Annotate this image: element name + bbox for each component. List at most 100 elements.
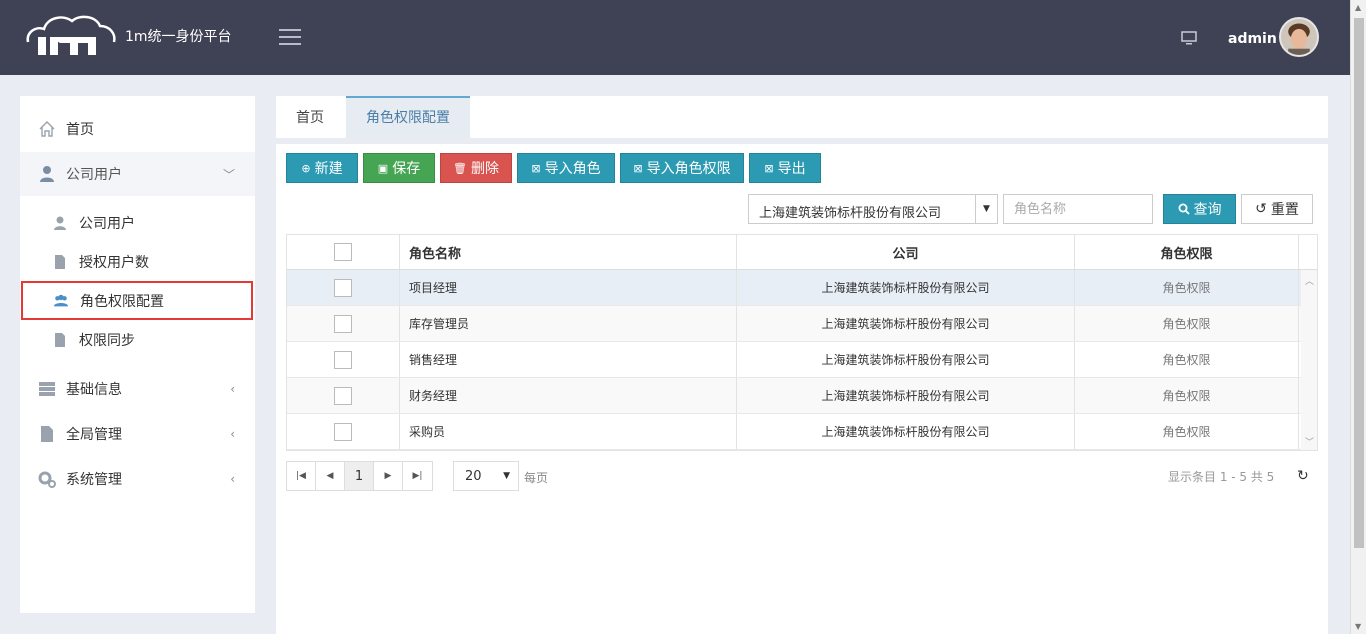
page-size-select[interactable]: 20 ▼ — [453, 461, 519, 491]
last-page-button[interactable]: ▶| — [403, 462, 432, 490]
role-permission-link[interactable]: 角色权限 — [1075, 342, 1299, 377]
sidebar-subitem-permission-sync[interactable]: 权限同步 — [20, 320, 255, 359]
sidebar-item-global-management[interactable]: 全局管理 ‹ — [20, 412, 255, 456]
delete-button[interactable]: 🗑 删除 — [440, 153, 512, 183]
save-button[interactable]: ▣ 保存 — [363, 153, 435, 183]
select-all-checkbox[interactable] — [334, 243, 352, 261]
header-company[interactable]: 公司 — [737, 235, 1075, 269]
company-cell: 上海建筑装饰标杆股份有限公司 — [737, 342, 1075, 377]
query-button-label: 查询 — [1193, 202, 1222, 218]
save-icon: ▣ — [377, 161, 389, 175]
sidebar-subitem-licensed-users[interactable]: 授权用户数 — [20, 242, 255, 281]
prev-page-button[interactable]: ◀ — [316, 462, 345, 490]
chevron-left-icon: ‹ — [230, 472, 235, 486]
export-button-label: 导出 — [777, 161, 806, 177]
table-row[interactable]: 库存管理员 上海建筑装饰标杆股份有限公司 角色权限 — [287, 306, 1301, 342]
pager-summary: 显示条目 1 - 5 共 5 — [1168, 470, 1275, 484]
caret-down-icon: ▼ — [975, 195, 997, 223]
monitor-icon[interactable] — [1181, 31, 1197, 45]
table-scrollbar[interactable]: ︿ ﹀ — [1301, 270, 1317, 450]
scroll-up-icon[interactable]: ︿ — [1305, 274, 1314, 287]
refresh-icon[interactable]: ↻ — [1297, 468, 1309, 484]
row-checkbox[interactable] — [334, 386, 352, 405]
row-checkbox[interactable] — [334, 314, 352, 333]
tab-role-permission[interactable]: 角色权限配置 — [346, 96, 470, 138]
caret-down-icon: ▼ — [503, 471, 510, 481]
role-name-cell: 财务经理 — [400, 378, 737, 413]
role-name-cell: 库存管理员 — [400, 306, 737, 341]
scroll-up-icon[interactable]: ▲ — [1355, 3, 1361, 12]
row-checkbox[interactable] — [334, 278, 352, 297]
scroll-down-icon[interactable]: ﹀ — [1305, 435, 1314, 448]
table-row[interactable]: 销售经理 上海建筑装饰标杆股份有限公司 角色权限 — [287, 342, 1301, 378]
row-select-cell — [287, 306, 400, 341]
company-cell: 上海建筑装饰标杆股份有限公司 — [737, 414, 1075, 449]
sidebar-subitem-label: 角色权限配置 — [80, 293, 164, 310]
role-permission-link[interactable]: 角色权限 — [1075, 378, 1299, 413]
window-scrollbar[interactable]: ▲ ▼ — [1350, 0, 1366, 634]
main-panel: ⊕ 新建 ▣ 保存 🗑 删除 ⊠ 导入角色 ⊠ 导入角色权限 ⊠ 导出 上海建筑装饰标杆股份… — [276, 144, 1328, 634]
scrollbar-thumb[interactable] — [1354, 18, 1364, 548]
page-size-value: 20 — [465, 469, 482, 484]
per-page-label: 每页 — [524, 471, 549, 485]
role-permission-link[interactable]: 角色权限 — [1075, 414, 1299, 449]
header-role-permission[interactable]: 角色权限 — [1075, 235, 1299, 269]
server-icon — [39, 382, 55, 396]
sidebar-subitem-label: 权限同步 — [79, 332, 135, 349]
undo-icon: ↺ — [1255, 201, 1267, 217]
role-name-cell: 销售经理 — [400, 342, 737, 377]
company-cell: 上海建筑装饰标杆股份有限公司 — [737, 378, 1075, 413]
tab-home[interactable]: 首页 — [276, 96, 344, 138]
table-row[interactable]: 财务经理 上海建筑装饰标杆股份有限公司 角色权限 — [287, 378, 1301, 414]
scroll-down-icon[interactable]: ▼ — [1355, 622, 1361, 631]
excel-icon: ⊠ — [764, 161, 774, 175]
pagination: |◀ ◀ 1 ▶ ▶| — [286, 461, 433, 491]
header-role-name[interactable]: 角色名称 — [400, 235, 737, 269]
row-checkbox[interactable] — [334, 422, 352, 441]
user-name[interactable]: admin — [1228, 31, 1277, 47]
new-button[interactable]: ⊕ 新建 — [286, 153, 358, 183]
menu-toggle-button[interactable] — [279, 29, 301, 47]
export-button[interactable]: ⊠ 导出 — [749, 153, 821, 183]
sidebar-item-home[interactable]: 首页 — [20, 107, 255, 151]
sidebar-subitem-role-permission[interactable]: 角色权限配置 — [21, 281, 253, 320]
top-header: 1m统一身份平台 admin — [0, 0, 1350, 75]
sidebar-item-label: 首页 — [66, 122, 94, 138]
header-corner — [1299, 235, 1317, 270]
role-name-input[interactable] — [1003, 194, 1153, 224]
current-page[interactable]: 1 — [345, 462, 374, 490]
sidebar-item-basic-info[interactable]: 基础信息 ‹ — [20, 367, 255, 411]
next-page-button[interactable]: ▶ — [374, 462, 403, 490]
role-permission-link[interactable]: 角色权限 — [1075, 306, 1299, 341]
import-role-permission-button-label: 导入角色权限 — [646, 161, 731, 177]
import-role-permission-button[interactable]: ⊠ 导入角色权限 — [620, 153, 744, 183]
query-button[interactable]: 查询 — [1163, 194, 1236, 224]
role-name-cell: 采购员 — [400, 414, 737, 449]
table-row[interactable]: 项目经理 上海建筑装饰标杆股份有限公司 角色权限 — [287, 270, 1301, 306]
table-header: 角色名称 公司 角色权限 — [287, 235, 1299, 270]
import-role-button[interactable]: ⊠ 导入角色 — [517, 153, 615, 183]
company-select[interactable]: 上海建筑装饰标杆股份有限公司 ▼ — [748, 194, 998, 224]
row-checkbox[interactable] — [334, 350, 352, 369]
sidebar-subitem-company-users[interactable]: 公司用户 — [20, 203, 255, 242]
role-table: 角色名称 公司 角色权限 项目经理 上海建筑装饰标杆股份有限公司 角色权限 库存… — [286, 234, 1318, 451]
sidebar-item-system-management[interactable]: 系统管理 ‹ — [20, 457, 255, 501]
sidebar-subitem-label: 公司用户 — [79, 215, 135, 232]
trash-icon: 🗑 — [453, 161, 467, 175]
role-permission-link[interactable]: 角色权限 — [1075, 270, 1299, 305]
table-row[interactable]: 采购员 上海建筑装饰标杆股份有限公司 角色权限 — [287, 414, 1301, 450]
company-cell: 上海建筑装饰标杆股份有限公司 — [737, 306, 1075, 341]
first-page-button[interactable]: |◀ — [287, 462, 316, 490]
logo-icon — [26, 15, 116, 55]
sidebar: 首页 公司用户 ﹀ 公司用户 授权用户数 角色权限配置 权限同步 基础信息 ‹ … — [20, 96, 255, 613]
home-icon — [39, 121, 55, 137]
row-select-cell — [287, 378, 400, 413]
sidebar-item-company-users[interactable]: 公司用户 ﹀ — [20, 152, 255, 196]
file-icon — [41, 426, 53, 442]
new-button-label: 新建 — [314, 161, 343, 177]
reset-button[interactable]: ↺ 重置 — [1241, 194, 1313, 224]
sidebar-item-label: 公司用户 — [66, 167, 122, 183]
avatar[interactable] — [1279, 17, 1319, 57]
company-select-value: 上海建筑装饰标杆股份有限公司 — [759, 206, 942, 221]
header-select-cell — [287, 235, 400, 269]
